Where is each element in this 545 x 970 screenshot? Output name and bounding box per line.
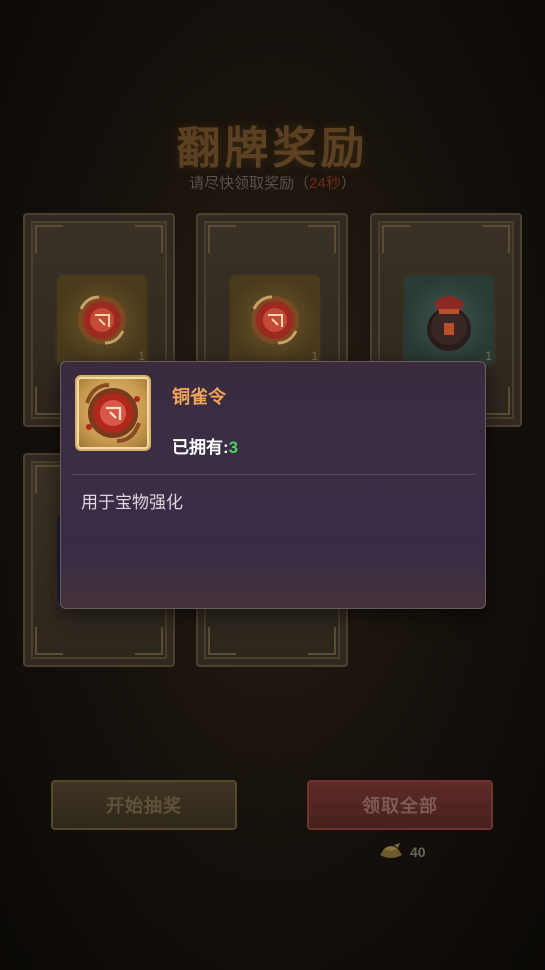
subtitle-suffix: ） <box>340 175 356 192</box>
wine-jar-icon <box>427 296 471 351</box>
owned-count: 3 <box>228 438 239 457</box>
item-slot[interactable] <box>228 273 322 367</box>
card-corner <box>482 225 510 253</box>
tooltip-item-name: 铜雀令 <box>172 387 226 407</box>
card-corner <box>35 465 63 493</box>
item-tooltip: 铜雀令 已拥有:3 用于宝物强化 <box>60 361 486 609</box>
page-title: 翻牌奖励 <box>176 123 369 174</box>
claim-all-button[interactable]: 领取全部 <box>307 780 493 830</box>
card-corner <box>308 627 336 655</box>
tooltip-divider <box>71 474 475 475</box>
cost-value: 40 <box>410 844 426 860</box>
card-corner <box>208 225 236 253</box>
subtitle-prefix: 请尽快领取奖励（ <box>189 175 310 192</box>
card-corner <box>35 225 63 253</box>
owned-label: 已拥有: <box>172 438 229 457</box>
bronze-token-icon <box>78 295 126 345</box>
card-corner <box>208 627 236 655</box>
subtitle: 请尽快领取奖励（24秒） <box>0 172 545 193</box>
gold-ingot-icon <box>380 843 402 858</box>
claim-cost: 40 <box>378 842 426 862</box>
tooltip-description: 用于宝物强化 <box>81 493 183 512</box>
tooltip-item-icon-frame <box>75 375 151 451</box>
item-count: 1 <box>485 349 492 363</box>
card-corner <box>482 387 510 415</box>
tooltip-owned: 已拥有:3 <box>172 433 238 458</box>
card-corner <box>382 225 410 253</box>
card-corner <box>135 627 163 655</box>
card-corner <box>35 627 63 655</box>
item-slot[interactable] <box>402 273 496 367</box>
card-corner <box>135 225 163 253</box>
bronze-token-icon <box>85 383 141 443</box>
start-draw-button[interactable]: 开始抽奖 <box>51 780 237 830</box>
countdown-timer: 24秒 <box>309 175 341 192</box>
card-corner <box>35 387 63 415</box>
card-corner <box>308 225 336 253</box>
item-slot[interactable] <box>55 273 149 367</box>
bronze-token-icon <box>251 295 299 345</box>
